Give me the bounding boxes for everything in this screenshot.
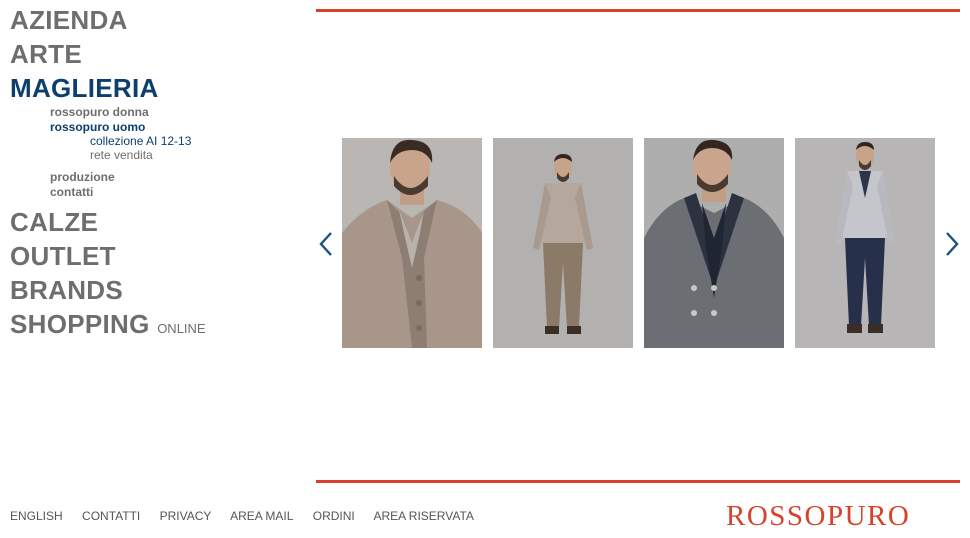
submenu-rossopuro-uomo[interactable]: rossopuro uomo xyxy=(50,120,310,135)
main-nav: AZIENDA ARTE MAGLIERIA rossopuro donna r… xyxy=(10,3,310,346)
product-gallery xyxy=(342,138,942,348)
footer-link-area-riservata[interactable]: AREA RISERVATA xyxy=(373,509,473,523)
top-divider xyxy=(316,9,960,12)
nav-maglieria[interactable]: MAGLIERIA xyxy=(10,71,310,105)
submenu-contatti[interactable]: contatti xyxy=(50,185,310,200)
submenu-rete-vendita[interactable]: rete vendita xyxy=(90,148,310,162)
nav-brands[interactable]: BRANDS xyxy=(10,273,310,307)
footer-link-ordini[interactable]: ORDINI xyxy=(313,509,355,523)
bottom-divider xyxy=(316,480,960,483)
chevron-left-icon[interactable] xyxy=(318,231,334,257)
uomo-submenu: collezione AI 12-13 rete vendita xyxy=(90,134,310,162)
photo-grey-cardigan-full[interactable] xyxy=(795,138,935,348)
chevron-right-icon[interactable] xyxy=(944,231,960,257)
nav-shopping[interactable]: SHOPPING ONLINE xyxy=(10,307,310,346)
submenu-collezione[interactable]: collezione AI 12-13 xyxy=(90,134,310,148)
footer-link-privacy[interactable]: PRIVACY xyxy=(160,509,212,523)
photo-beige-cardigan-full[interactable] xyxy=(493,138,633,348)
nav-shopping-label: SHOPPING xyxy=(10,309,150,339)
nav-outlet[interactable]: OUTLET xyxy=(10,239,310,273)
maglieria-submenu: rossopuro donna rossopuro uomo collezion… xyxy=(50,105,310,205)
photo-grey-jacket-scarf[interactable] xyxy=(644,138,784,348)
nav-shopping-suffix: ONLINE xyxy=(157,321,206,336)
footer-nav: ENGLISH CONTATTI PRIVACY AREA MAIL ORDIN… xyxy=(10,509,490,523)
nav-arte[interactable]: ARTE xyxy=(10,37,310,71)
submenu-produzione[interactable]: produzione xyxy=(50,170,310,185)
footer-link-area-mail[interactable]: AREA MAIL xyxy=(230,509,293,523)
photo-beige-cardigan-closeup[interactable] xyxy=(342,138,482,348)
footer-link-contatti[interactable]: CONTATTI xyxy=(82,509,140,523)
submenu-rossopuro-donna[interactable]: rossopuro donna xyxy=(50,105,310,120)
footer-link-english[interactable]: ENGLISH xyxy=(10,509,63,523)
nav-azienda[interactable]: AZIENDA xyxy=(10,3,310,37)
nav-calze[interactable]: CALZE xyxy=(10,205,310,239)
rossopuro-logo[interactable]: ROSSOPURO xyxy=(726,500,910,532)
